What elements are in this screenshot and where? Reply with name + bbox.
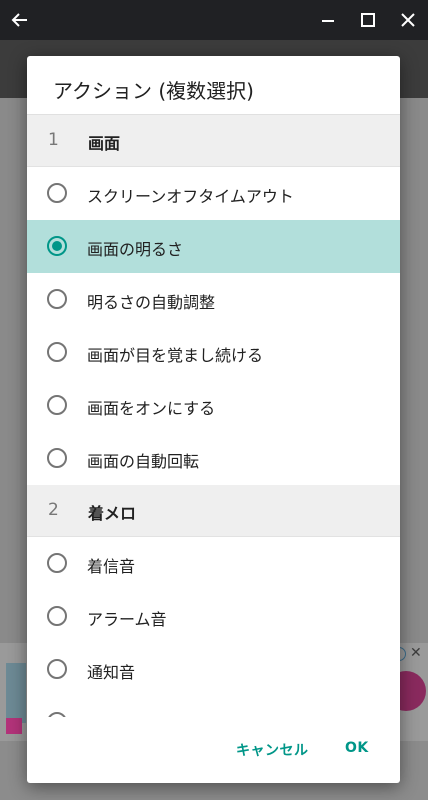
radio-button[interactable]	[47, 448, 67, 468]
close-icon	[401, 13, 415, 27]
radio-button[interactable]	[47, 183, 67, 203]
list-item-label: 通知音	[87, 663, 136, 682]
section-label: 着メロ	[88, 504, 137, 523]
list-item-label: 画面の明るさ	[87, 240, 184, 259]
list-item-label: 画面の自動回転	[87, 452, 200, 471]
radio-button[interactable]	[47, 342, 67, 362]
maximize-icon	[361, 13, 375, 27]
ad-thumbnail	[6, 663, 26, 723]
ok-button[interactable]: OK	[345, 740, 369, 756]
dialog-title: アクション (複数選択)	[53, 79, 254, 103]
radio-button[interactable]	[47, 395, 67, 415]
radio-button[interactable]	[47, 606, 67, 626]
window-titlebar	[0, 0, 428, 40]
section-label: 画面	[88, 134, 121, 153]
radio-button[interactable]	[47, 289, 67, 309]
list-item-label: 着信音	[87, 557, 136, 576]
ad-close-icon: ✕	[410, 645, 422, 661]
minimize-icon	[322, 20, 334, 22]
list-item[interactable]: 画面の自動回転	[27, 432, 400, 485]
radio-button[interactable]	[47, 659, 67, 679]
section-header: 1 画面	[27, 115, 400, 167]
radio-button-checked[interactable]	[47, 236, 67, 256]
list-item[interactable]: 画面をオンにする	[27, 379, 400, 432]
ad-logo	[6, 718, 22, 734]
list-item-selected[interactable]: 画面の明るさ	[27, 220, 400, 273]
section-number: 1	[48, 130, 59, 150]
list-item-label: 明るさの自動調整	[87, 293, 216, 312]
list-item[interactable]: 通知音	[27, 643, 400, 696]
list-item[interactable]: アラーム音	[27, 590, 400, 643]
close-button[interactable]	[388, 0, 428, 40]
radio-button[interactable]	[47, 553, 67, 573]
list-item-label: スクリーンオフタイムアウト	[87, 187, 294, 206]
list-item-label: 画面をオンにする	[87, 399, 216, 418]
list-item[interactable]: 着信音	[27, 537, 400, 590]
section-number: 2	[48, 500, 59, 520]
cancel-button[interactable]: キャンセル	[236, 740, 309, 760]
action-select-dialog: アクション (複数選択) 1 画面 スクリーンオフタイムアウト 画面の明るさ 明…	[27, 56, 400, 783]
action-list[interactable]: 1 画面 スクリーンオフタイムアウト 画面の明るさ 明るさの自動調整 画面が目を…	[27, 114, 400, 717]
dialog-actions: キャンセル OK	[27, 716, 400, 783]
back-button[interactable]	[0, 0, 40, 40]
maximize-button[interactable]	[348, 0, 388, 40]
list-item-label: アラーム音	[87, 610, 167, 629]
list-item[interactable]: スクリーンオフタイムアウト	[27, 167, 400, 220]
section-header: 2 着メロ	[27, 485, 400, 537]
list-item[interactable]	[27, 696, 400, 717]
minimize-button[interactable]	[308, 0, 348, 40]
list-item[interactable]: 明るさの自動調整	[27, 273, 400, 326]
arrow-back-icon	[11, 13, 27, 27]
list-item[interactable]: 画面が目を覚まし続ける	[27, 326, 400, 379]
list-item-label: 画面が目を覚まし続ける	[87, 346, 264, 365]
